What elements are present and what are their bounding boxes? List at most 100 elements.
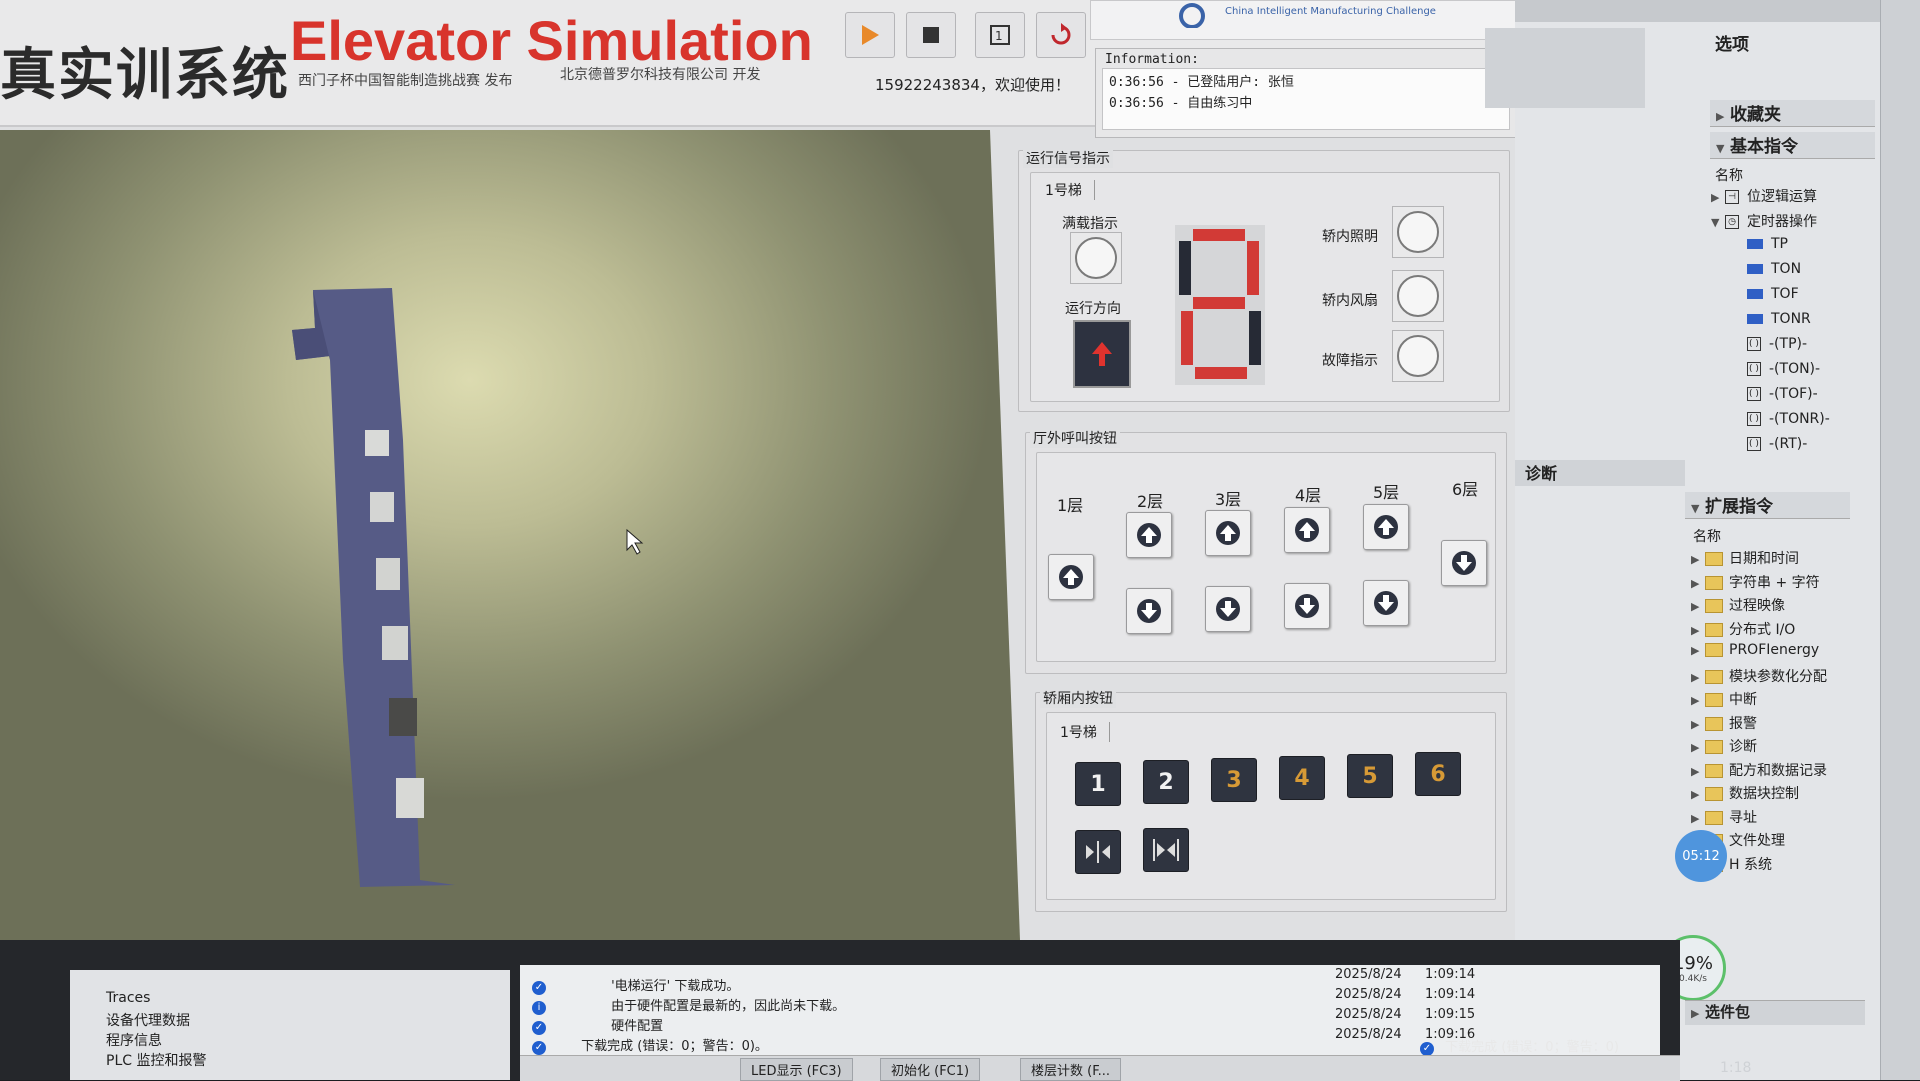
tree-item[interactable]: TP <box>1711 236 1830 261</box>
tree-item[interactable]: ▶ PROFIenergy <box>1691 642 1827 666</box>
folder-icon <box>1705 575 1723 590</box>
tree-item[interactable]: ▶ 日期和时间 <box>1691 548 1827 572</box>
coil-icon: ( ) <box>1747 412 1761 426</box>
message-time: 1:09:14 <box>1425 967 1476 982</box>
hall-up-button-3[interactable] <box>1205 510 1251 556</box>
tree-item[interactable]: ▼ ◷ 定时器操作 <box>1711 211 1830 236</box>
tree-item[interactable]: ▶ 报警 <box>1691 713 1827 737</box>
car-button-4[interactable]: 4 <box>1279 756 1325 800</box>
arrow-down-icon <box>1216 597 1240 621</box>
hall-call-title: 厅外呼叫按钮 <box>1030 428 1120 448</box>
tree-item[interactable]: ( ) -(TP)- <box>1711 336 1830 361</box>
hall-down-button-4[interactable] <box>1284 583 1330 629</box>
tab-led-display[interactable]: LED显示 (FC3) <box>740 1058 853 1081</box>
message-row[interactable]: ✓ 硬件配置 <box>532 1015 663 1035</box>
message-row[interactable]: i 由于硬件配置是最新的，因此尚未下载。 <box>532 995 845 1015</box>
hall-up-button-5[interactable] <box>1363 504 1409 550</box>
hall-up-button-1[interactable] <box>1048 554 1094 600</box>
play-button[interactable] <box>845 12 895 58</box>
car-button-3[interactable]: 3 <box>1211 758 1257 802</box>
door-close-button[interactable] <box>1143 828 1189 872</box>
fault-indicator <box>1392 330 1444 382</box>
extended-instructions-header[interactable]: ▼ 扩展指令 <box>1685 492 1850 519</box>
diagnostics-tab[interactable]: 诊断 <box>1515 460 1685 486</box>
nav-item-device-proxy[interactable]: 设备代理数据 <box>106 1010 510 1030</box>
download-status: 下载完成 (错误：0；警告：0) <box>1445 1040 1619 1055</box>
tree-item[interactable]: TOF <box>1711 286 1830 311</box>
tab-init[interactable]: 初始化 (FC1) <box>880 1058 981 1081</box>
hall-down-button-3[interactable] <box>1205 586 1251 632</box>
elevator-3d-view[interactable] <box>0 130 1020 940</box>
floor-label-6: 6层 <box>1452 480 1479 499</box>
car-button-1[interactable]: 1 <box>1075 762 1121 806</box>
reset-button[interactable] <box>1036 12 1086 58</box>
tab-elevator-1-car[interactable]: 1号梯 <box>1060 722 1110 742</box>
app-title-cn: 真实训系统 <box>0 43 290 108</box>
tree-item[interactable]: ( ) -(TONR)- <box>1711 411 1830 436</box>
tree-item[interactable]: ▶ ⊣ 位逻辑运算 <box>1711 186 1830 211</box>
stop-button[interactable] <box>906 12 956 58</box>
tree-item[interactable]: ( ) -(TOF)- <box>1711 386 1830 411</box>
message-date: 2025/8/24 <box>1335 1007 1402 1022</box>
basic-tree: ▶ ⊣ 位逻辑运算 ▼ ◷ 定时器操作 TP TON TOF TONR ( ) -(TP)… <box>1711 186 1830 461</box>
hall-down-button-5[interactable] <box>1363 580 1409 626</box>
message-date: 2025/8/24 <box>1335 987 1402 1002</box>
logo-text: China Intelligent Manufacturing Challeng… <box>1225 6 1436 17</box>
fan-label: 轿内风扇 <box>1322 293 1378 309</box>
tab-elevator-1[interactable]: 1号梯 <box>1045 180 1095 200</box>
tab-floor-count[interactable]: 楼层计数 (F... <box>1020 1058 1121 1081</box>
tree-item[interactable]: ▶ 数据块控制 <box>1691 783 1827 807</box>
hall-down-button-6[interactable] <box>1441 540 1487 586</box>
tree-item[interactable]: TONR <box>1711 311 1830 336</box>
coil-icon: ( ) <box>1747 437 1761 451</box>
folder-icon <box>1705 643 1723 657</box>
timer-badge[interactable]: 05:12 <box>1675 830 1727 882</box>
extended-label: 扩展指令 <box>1705 497 1773 517</box>
success-icon: ✓ <box>532 1021 546 1035</box>
tree-item[interactable]: ▶ 过程映像 <box>1691 595 1827 619</box>
calc-button[interactable]: 1 <box>975 12 1025 58</box>
tree-item[interactable]: ▶ 字符串 + 字符 <box>1691 572 1827 596</box>
editor-fragment <box>1485 28 1645 108</box>
door-close-icon <box>1153 839 1179 861</box>
car-button-5[interactable]: 5 <box>1347 754 1393 798</box>
message-row[interactable]: ✓ 下载完成 (错误：0；警告：0)。 <box>532 1035 768 1055</box>
hall-up-button-2[interactable] <box>1126 512 1172 558</box>
tree-item[interactable]: ▶ 寻址 <box>1691 807 1827 831</box>
reset-icon <box>1051 23 1071 45</box>
hall-up-button-4[interactable] <box>1284 507 1330 553</box>
coil-icon: ( ) <box>1747 362 1761 376</box>
message-time: 1:09:14 <box>1425 987 1476 1002</box>
instructions-pane: 选项 ▶ 收藏夹 ▼ 基本指令 名称 ▶ ⊣ 位逻辑运算 ▼ ◷ 定时器操作 TP TON … <box>1485 0 1920 1080</box>
arrow-up-icon <box>1295 518 1319 542</box>
nav-item-traces[interactable]: Traces <box>106 990 510 1010</box>
options-package-header[interactable]: ▶ 选件包 <box>1685 1000 1865 1025</box>
car-button-2[interactable]: 2 <box>1143 760 1189 804</box>
nav-item-plc-alarms[interactable]: PLC 监控和报警 <box>106 1050 510 1070</box>
tree-item[interactable]: TON <box>1711 261 1830 286</box>
fault-lamp <box>1397 335 1439 377</box>
message-date: 2025/8/24 <box>1335 967 1402 982</box>
folder-icon <box>1705 552 1723 566</box>
hall-down-button-2[interactable] <box>1126 588 1172 634</box>
cpu-rate: 0.4K/s <box>1679 973 1707 984</box>
nav-item-program-info[interactable]: 程序信息 <box>106 1030 510 1050</box>
door-open-button[interactable] <box>1075 830 1121 874</box>
pane-titlebar <box>1515 0 1920 22</box>
information-label: Information: <box>1105 52 1199 67</box>
tree-item[interactable]: ▶ 配方和数据记录 <box>1691 760 1827 784</box>
side-tab-strip[interactable] <box>1880 0 1920 1080</box>
tree-item[interactable]: ( ) -(RT)- <box>1711 436 1830 461</box>
tree-item[interactable]: ( ) -(TON)- <box>1711 361 1830 386</box>
tree-item[interactable]: ▶ 模块参数化分配 <box>1691 666 1827 690</box>
car-button-6[interactable]: 6 <box>1415 752 1461 796</box>
favorites-header[interactable]: ▶ 收藏夹 <box>1710 100 1875 127</box>
tree-item[interactable]: ▶ 分布式 I/O <box>1691 619 1827 643</box>
tree-item[interactable]: ▶ 诊断 <box>1691 736 1827 760</box>
basic-instructions-header[interactable]: ▼ 基本指令 <box>1710 132 1875 159</box>
play-icon <box>862 25 879 45</box>
door-open-icon <box>1086 841 1110 863</box>
message-row[interactable]: ✓ '电梯运行' 下载成功。 <box>532 975 739 995</box>
download-ok-icon: ✓ <box>1420 1042 1434 1056</box>
tree-item[interactable]: ▶ 中断 <box>1691 689 1827 713</box>
